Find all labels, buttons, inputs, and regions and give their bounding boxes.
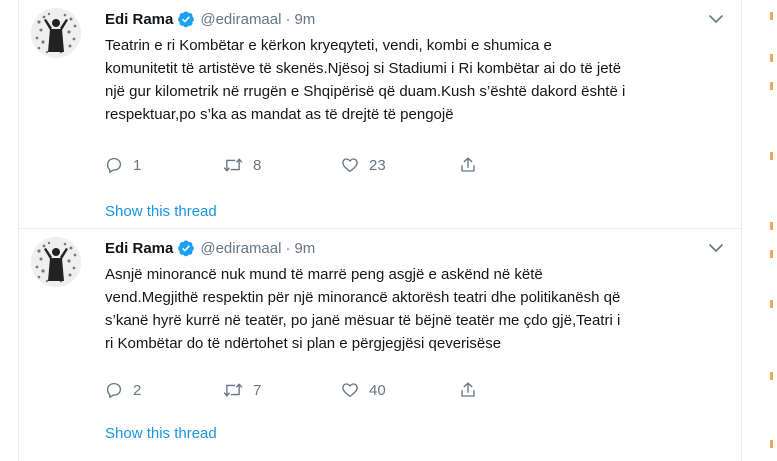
tweet-text-line: komunitetit të artistëve të skenës.Njëso… xyxy=(105,60,622,77)
like-count: 23 xyxy=(369,156,386,174)
tweet-timestamp[interactable]: 9m xyxy=(294,240,315,257)
heart-icon xyxy=(342,383,358,398)
verified-badge-icon xyxy=(177,239,195,257)
tweet-actions: 2 7 40 xyxy=(105,379,577,401)
edge-mark xyxy=(770,82,773,90)
reply-button[interactable]: 1 xyxy=(105,156,223,174)
retweet-icon xyxy=(223,158,243,172)
tweet-header: Edi Rama @ediramaal · 9m xyxy=(105,8,315,30)
separator-dot: · xyxy=(285,10,291,28)
like-button[interactable]: 23 xyxy=(341,156,459,174)
retweet-icon xyxy=(223,383,243,397)
tweet-timestamp[interactable]: 9m xyxy=(294,11,315,28)
show-thread-link[interactable]: Show this thread xyxy=(105,203,217,220)
retweet-count: 8 xyxy=(253,156,262,174)
edge-mark xyxy=(770,372,773,380)
page: Edi Rama @ediramaal · 9m Teatrin e ri Ko… xyxy=(0,0,777,461)
chevron-down-icon[interactable] xyxy=(707,10,725,28)
tweet-actions: 1 8 23 xyxy=(105,154,577,176)
share-icon xyxy=(461,382,475,397)
retweet-button[interactable]: 7 xyxy=(223,381,341,399)
tweet[interactable]: Edi Rama @ediramaal · 9m Teatrin e ri Ko… xyxy=(19,0,741,229)
share-icon xyxy=(461,157,475,172)
tweet-text: Asnjë minorancë nuk mund të marrë peng a… xyxy=(105,263,725,355)
show-thread-link[interactable]: Show this thread xyxy=(105,425,217,442)
tweet-text-line: ri Kombëtar do të ndërtohet si plan e pë… xyxy=(105,335,502,352)
tweet-timeline: Edi Rama @ediramaal · 9m Teatrin e ri Ko… xyxy=(18,0,742,461)
share-button[interactable] xyxy=(459,156,577,174)
tweet-text: Teatrin e ri Kombëtar e kërkon kryeqytet… xyxy=(105,34,725,126)
tweet-text-line: respektuar,po s’ka as mandat as të drejt… xyxy=(105,106,454,123)
avatar-image xyxy=(31,237,81,287)
edge-mark xyxy=(770,152,773,160)
separator-dot: · xyxy=(285,239,291,257)
author-name[interactable]: Edi Rama xyxy=(105,11,173,28)
cropped-edge-marks xyxy=(766,0,777,461)
tweet[interactable]: Edi Rama @ediramaal · 9m Asnjë minorancë… xyxy=(19,229,741,461)
edge-mark xyxy=(770,440,773,448)
author-handle[interactable]: @ediramaal xyxy=(200,11,281,28)
tweet-text-line: Asnjë minorancë nuk mund të marrë peng a… xyxy=(105,266,543,283)
heart-icon xyxy=(342,158,358,173)
tweet-text-line: një gur kilometrik në rrugën e Shqipëris… xyxy=(105,83,626,100)
reply-count: 1 xyxy=(133,156,142,174)
edge-mark xyxy=(770,222,773,230)
tweet-text-line: Teatrin e ri Kombëtar e kërkon kryeqytet… xyxy=(105,37,552,54)
edge-mark xyxy=(770,12,773,20)
tweet-header: Edi Rama @ediramaal · 9m xyxy=(105,237,315,259)
edge-mark xyxy=(770,250,773,258)
avatar[interactable] xyxy=(31,237,81,287)
reply-count: 2 xyxy=(133,381,142,399)
retweet-button[interactable]: 8 xyxy=(223,156,341,174)
edge-mark xyxy=(770,300,773,308)
share-button[interactable] xyxy=(459,381,577,399)
retweet-count: 7 xyxy=(253,381,262,399)
chevron-down-icon[interactable] xyxy=(707,239,725,257)
like-button[interactable]: 40 xyxy=(341,381,459,399)
reply-icon xyxy=(106,157,122,174)
author-name[interactable]: Edi Rama xyxy=(105,240,173,257)
like-count: 40 xyxy=(369,381,386,399)
avatar[interactable] xyxy=(31,8,81,58)
edge-mark xyxy=(770,54,773,62)
verified-badge-icon xyxy=(177,10,195,28)
tweet-text-line: vend.Megjithë respektin për një minoranc… xyxy=(105,289,621,306)
tweet-text-line: s’kanë hyrë kurrë në teatër, po janë mës… xyxy=(105,312,621,329)
author-handle[interactable]: @ediramaal xyxy=(200,240,281,257)
reply-button[interactable]: 2 xyxy=(105,381,223,399)
avatar-image xyxy=(31,8,81,58)
reply-icon xyxy=(106,382,122,399)
